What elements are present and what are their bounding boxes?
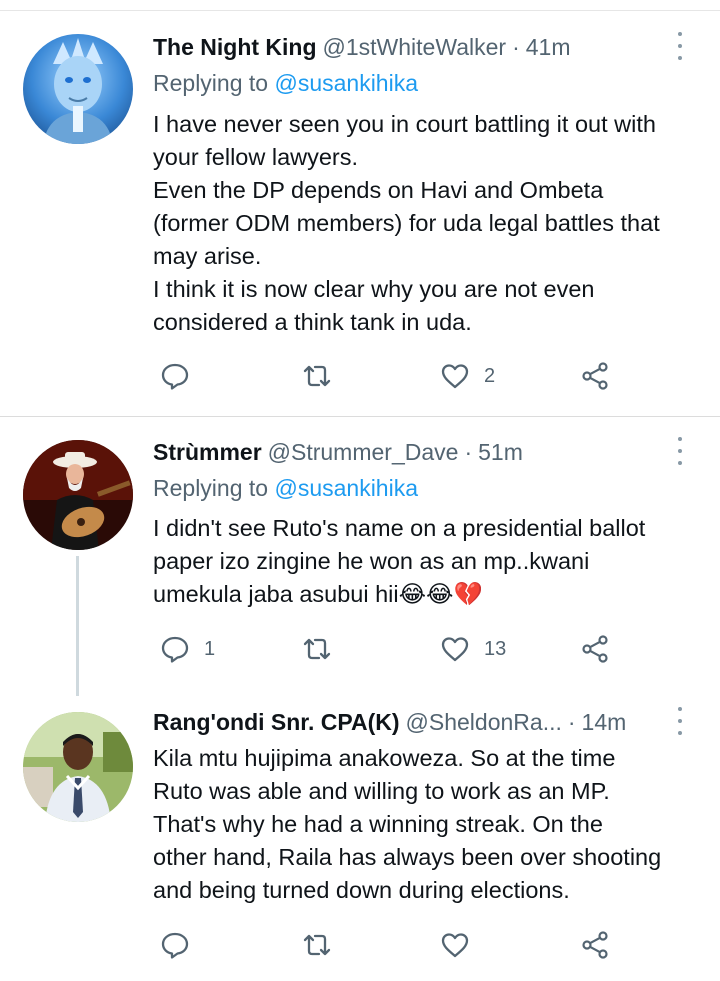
more-icon[interactable] <box>674 707 686 735</box>
replying-prefix: Replying to <box>153 475 269 501</box>
tweet-text-line: other hand, Raila has always been over s… <box>153 844 662 870</box>
tweet-text-line: That's why he had a winning streak. On t… <box>153 811 603 837</box>
heart-icon <box>441 933 469 958</box>
like-count: 13 <box>484 637 507 660</box>
avatar-night-king-image <box>23 34 133 144</box>
retweet-button[interactable] <box>302 356 332 396</box>
tweet-text-line: I didn't see Ruto's name on a presidenti… <box>153 515 646 541</box>
share-icon <box>582 635 608 663</box>
action-bar: 2 <box>0 356 720 396</box>
replying-to: Replying to @susankihika <box>153 475 418 502</box>
tweet-2[interactable]: Strùmmer @Strummer_Dave · 51m Replying t… <box>0 417 720 696</box>
avatar[interactable] <box>23 712 133 822</box>
share-button[interactable] <box>580 629 610 669</box>
tweet-header: Rang'ondi Snr. CPA(K) @SheldonRa... · 14… <box>153 705 626 739</box>
like-button[interactable]: 2 <box>440 356 495 396</box>
reply-icon <box>161 932 189 959</box>
heart-icon <box>441 364 469 389</box>
avatar[interactable] <box>23 440 133 550</box>
retweet-icon <box>303 365 331 387</box>
tweet-header: The Night King @1stWhiteWalker · 41m <box>153 30 570 64</box>
avatar-rangondi-image <box>23 712 133 822</box>
user-handle[interactable]: @1stWhiteWalker <box>323 34 507 61</box>
avatar[interactable] <box>23 34 133 144</box>
separator-dot: · <box>512 33 520 60</box>
mention-link[interactable]: @susankihika <box>274 475 418 501</box>
tweet-text-line: Even the DP depends on Havi and Ombeta <box>153 177 604 203</box>
tweet-text-line: your fellow lawyers. <box>153 144 359 170</box>
separator-dot: · <box>567 708 576 735</box>
retweet-icon <box>303 638 331 660</box>
tweet-text-line: may arise. <box>153 243 262 269</box>
more-icon[interactable] <box>674 32 686 60</box>
replying-to: Replying to @susankihika <box>153 70 418 97</box>
tweet-header: Strùmmer @Strummer_Dave · 51m <box>153 435 523 469</box>
retweet-button[interactable] <box>302 629 332 669</box>
share-button[interactable] <box>580 356 610 396</box>
display-name[interactable]: The Night King <box>153 34 317 61</box>
like-button[interactable]: 13 <box>440 629 506 669</box>
reply-icon <box>161 363 189 390</box>
user-handle[interactable]: @Strummer_Dave <box>268 439 459 466</box>
display-name[interactable]: Rang'ondi Snr. CPA(K) <box>153 709 400 736</box>
tweet-text-line: Kila mtu hujipima anakoweza. So at the t… <box>153 745 616 771</box>
tweet-text-line: Ruto was able and willing to work as an … <box>153 778 610 804</box>
tweet-text-line: I have never seen you in court battling … <box>153 111 656 137</box>
tweet-text-line: umekula jaba asubui hii😂😂💔 <box>153 581 483 607</box>
reply-icon <box>161 636 189 663</box>
replying-prefix: Replying to <box>153 70 269 96</box>
like-button[interactable] <box>440 925 470 965</box>
avatar-strummer-image <box>23 440 133 550</box>
tweet-3[interactable]: Rang'ondi Snr. CPA(K) @SheldonRa... · 14… <box>0 696 720 981</box>
action-bar <box>0 925 720 965</box>
tweet-text-line: and being turned down during elections. <box>153 877 570 903</box>
tweet-text-line: I think it is now clear why you are not … <box>153 276 595 302</box>
tweet-text-line: considered a think tank in uda. <box>153 309 472 335</box>
more-icon[interactable] <box>674 437 686 465</box>
reply-button[interactable] <box>160 356 204 396</box>
tweet-text-line: (former ODM members) for uda legal battl… <box>153 210 660 236</box>
tweet-text: I have never seen you in court battling … <box>153 108 713 339</box>
separator-dot: · <box>464 438 473 465</box>
retweet-icon <box>303 934 331 956</box>
tweet-1[interactable]: The Night King @1stWhiteWalker · 41m Rep… <box>0 0 720 416</box>
tweet-text: I didn't see Ruto's name on a presidenti… <box>153 512 713 611</box>
share-icon <box>582 931 608 959</box>
timestamp[interactable]: 51m <box>478 439 523 466</box>
tweet-text: Kila mtu hujipima anakoweza. So at the t… <box>153 742 713 907</box>
like-count: 2 <box>484 364 496 387</box>
share-icon <box>582 362 608 390</box>
tweet-text-line: paper izo zingine he won as an mp..kwani <box>153 548 590 574</box>
reply-count: 1 <box>204 637 216 660</box>
display-name[interactable]: Strùmmer <box>153 439 262 466</box>
heart-icon <box>441 637 469 662</box>
mention-link[interactable]: @susankihika <box>274 70 418 96</box>
retweet-button[interactable] <box>302 925 332 965</box>
timestamp[interactable]: 14m <box>582 709 627 736</box>
share-button[interactable] <box>580 925 610 965</box>
thread-line <box>76 556 79 696</box>
reply-button[interactable]: 1 <box>160 629 215 669</box>
reply-button[interactable] <box>160 925 204 965</box>
user-handle[interactable]: @SheldonRa... <box>406 709 562 736</box>
action-bar: 1 13 <box>0 629 720 669</box>
timestamp[interactable]: 41m <box>526 34 571 61</box>
